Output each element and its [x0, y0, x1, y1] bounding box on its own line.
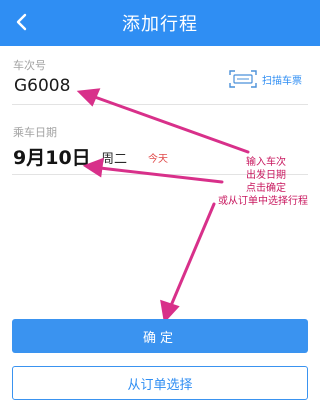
arrow-to-date [98, 166, 224, 184]
arrow-to-train-number [90, 94, 250, 154]
arrowhead-icon [76, 88, 101, 107]
arrow-to-confirm [168, 202, 216, 310]
arrowhead-icon [82, 157, 104, 178]
confirm-button[interactable]: 确定 [12, 319, 308, 353]
arrowhead-icon [160, 299, 180, 324]
select-from-order-button[interactable]: 从订单选择 [12, 366, 308, 400]
